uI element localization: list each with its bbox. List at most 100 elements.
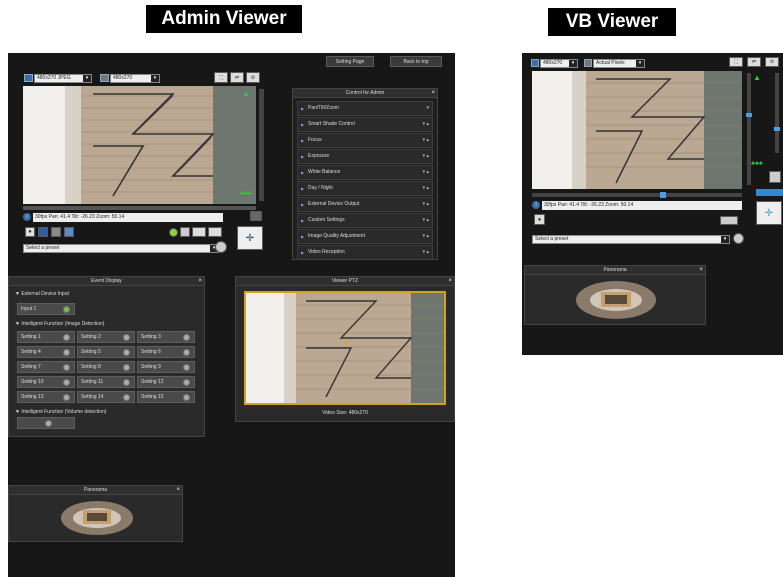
vb-blue-strip [756,189,783,196]
control-item[interactable]: Exposure ▾ ▴ [297,149,433,164]
swap-button[interactable]: ⇄ [747,57,761,67]
video-size-select[interactable]: 480x270 JPEG ▾ [34,74,92,83]
control-item[interactable]: Pan/Tilt/Zoom ▾ [297,101,433,116]
expand-toggle-icon[interactable]: ▾ ▴ [423,249,429,256]
audio-button[interactable] [38,227,48,237]
close-icon[interactable]: × [176,486,180,495]
grid-button[interactable] [192,227,206,237]
setting-label: Setting 9 [141,364,161,370]
event-display-panel: Event Display × ▼ External Device Input I… [8,276,205,437]
settings-button[interactable]: ⚙ [246,72,260,83]
close-icon[interactable]: × [431,89,435,98]
info-icon: i [532,201,540,209]
mic-button[interactable] [64,227,74,237]
expand-toggle-icon[interactable]: ▾ [426,105,429,112]
control-item[interactable]: Focus ▾ ▴ [297,133,433,148]
setting-label: Setting 11 [81,379,104,385]
display-size-select[interactable]: 480x270 ▾ [110,74,160,83]
close-icon[interactable]: × [699,266,703,275]
setting-page-button[interactable]: Setting Page [326,56,374,67]
control-item[interactable]: External Device Output ▾ ▴ [297,197,433,212]
swap-button[interactable]: ⇄ [230,72,244,83]
fullscreen-button[interactable]: ⛶ [729,57,743,67]
green-status-icon[interactable] [169,228,178,237]
vb-viewer-heading: VB Viewer [548,8,676,36]
admin-viewer-window: Setting Page Back to top 480x270 JPEG ▾ 4… [8,53,455,577]
image-detection-heading: ▼ Intelligent Function (Image Detection) [15,321,105,327]
control-item-label: Video Reception [308,249,345,255]
expand-toggle-icon[interactable]: ▾ ▴ [423,137,429,144]
detection-setting-indicator: Setting 9 [137,361,195,373]
fullscreen-button[interactable]: ⛶ [214,72,228,83]
zoom-wide-icon[interactable]: ♣♣♣ [751,161,763,167]
vb-pan-slider[interactable] [532,192,742,198]
vb-tilt-slider[interactable] [746,73,752,185]
control-item[interactable]: Smart Shade Control ▾ ▴ [297,117,433,132]
status-dot [183,334,190,341]
arrow-up-icon[interactable]: ▲ [753,73,761,82]
admin-panorama-image[interactable] [17,498,177,538]
setting-label: Setting 1 [21,334,41,340]
control-item[interactable]: Video Reception ▾ ▴ [297,245,433,260]
vb-ptz-pad[interactable]: ✛ [756,201,782,225]
vb-snapshot-thumb[interactable] [769,171,781,183]
vb-video-size-select[interactable]: 480x270 ▾ [540,59,578,68]
status-dot [63,334,70,341]
control-item[interactable]: White Balance ▾ ▴ [297,165,433,180]
status-dot [63,379,70,386]
status-dot [63,364,70,371]
expand-toggle-icon[interactable]: ▾ ▴ [423,153,429,160]
stairwell-image [23,86,256,204]
camera-mode-button[interactable] [180,227,190,237]
settings-button[interactable]: ⚙ [765,57,779,67]
setting-label: Setting 8 [81,364,101,370]
chevron-down-icon: ▾ [83,75,91,82]
preset-select[interactable]: Select a preset ▾ [23,244,219,253]
ptz-pad[interactable]: ✛ [237,226,263,250]
control-item[interactable]: Day / Night ▾ ▴ [297,181,433,196]
vb-display-size-select[interactable]: Actual Pixels ▾ [593,59,645,68]
close-icon[interactable]: × [448,277,452,286]
panorama-image [533,278,699,322]
vb-panorama-image[interactable] [533,278,699,322]
chevron-down-icon: ▾ [569,60,577,67]
vb-camera-info-text: 30fps Pan: 41.4 Tilt: -26.23 Zoom: 50.14 [542,201,742,210]
vb-zoom-slider[interactable] [774,73,780,153]
back-to-top-button[interactable]: Back to top [390,56,442,67]
vb-record-button[interactable]: ⏺ [534,214,545,225]
viewer-ptz-title: Viewer PTZ × [236,277,454,286]
record-button[interactable]: ⏺ [25,227,35,237]
video-display[interactable] [23,86,256,204]
snapshot-button[interactable] [51,227,61,237]
admin-panorama-title: Panorama × [9,486,182,495]
status-dot [63,349,70,356]
stairwell-image [246,293,444,403]
expand-toggle-icon[interactable]: ▾ ▴ [423,169,429,176]
detection-setting-indicator: Setting 15 [137,391,195,403]
vb-layout-button[interactable] [720,216,738,225]
ptz-preview[interactable] [244,291,446,405]
vb-preset-go-button[interactable] [733,233,744,244]
expand-toggle-icon[interactable]: ▾ ▴ [423,185,429,192]
expand-toggle-icon[interactable]: ▾ ▴ [423,233,429,240]
zoom-wide-icon[interactable]: ♣♣♣ [240,191,252,197]
close-icon[interactable]: × [198,277,202,286]
zoom-slider[interactable] [259,89,264,201]
setting-label: Setting 6 [141,349,161,355]
control-item[interactable]: Image Quality Adjustment ▾ ▴ [297,229,433,244]
scrollbar-horizontal[interactable] [23,206,256,210]
layout-button[interactable] [208,227,222,237]
info-icon: i [23,213,31,221]
arrow-up-icon[interactable]: ▲ [242,89,250,98]
control-item-label: External Device Output [308,201,360,207]
vb-preset-select[interactable]: Select a preset ▾ [532,235,730,244]
control-item-label: Exposure [308,153,330,159]
expand-toggle-icon[interactable]: ▾ ▴ [423,217,429,224]
control-item[interactable]: Custom Settings ▾ ▴ [297,213,433,228]
expand-toggle-icon[interactable]: ▾ ▴ [423,201,429,208]
snapshot-thumb[interactable] [250,211,262,221]
preset-go-button[interactable] [215,241,227,253]
vb-panorama-panel: Panorama × [524,265,706,325]
expand-toggle-icon[interactable]: ▾ ▴ [423,121,429,128]
vb-video-display[interactable] [532,71,742,189]
